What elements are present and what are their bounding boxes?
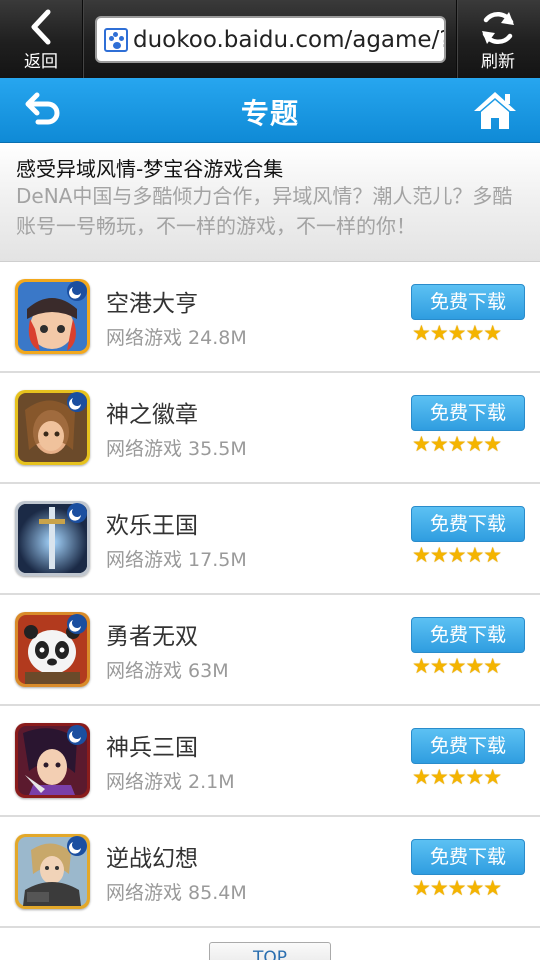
browser-refresh-label: 刷新 (481, 52, 515, 72)
list-item[interactable]: 神之徽章 网络游戏 35.5M 免费下载 ★★★★★ (0, 373, 540, 484)
game-icon-emblem-of-gods[interactable] (15, 390, 90, 465)
free-download-button[interactable]: 免费下载 (411, 284, 525, 320)
game-list: 空港大亨 网络游戏 24.8M 免费下载 ★★★★★ 神之徽章 网络游戏 35.… (0, 262, 540, 928)
rating-stars: ★★★★★ (412, 432, 502, 456)
game-icon-happy-kingdom[interactable] (15, 501, 90, 576)
topic-description: DeNA中国与多酷倾力合作，异域风情？潮人范儿？多酷账号一号畅玩，不一样的游戏，… (16, 184, 513, 238)
rating-stars: ★★★★★ (412, 654, 502, 678)
game-name[interactable]: 逆战幻想 (106, 839, 198, 873)
browser-refresh-button[interactable]: 刷新 (456, 0, 540, 78)
toolbar-divider (82, 0, 84, 78)
game-meta: 网络游戏 17.5M (106, 549, 247, 571)
baidu-favicon-icon (104, 28, 128, 52)
game-name[interactable]: 空港大亨 (106, 284, 198, 318)
free-download-button[interactable]: 免费下载 (411, 839, 525, 875)
page-title: 专题 (240, 97, 299, 130)
game-icon-battle-fantasy[interactable] (15, 834, 90, 909)
list-item[interactable]: 欢乐王国 网络游戏 17.5M 免费下载 ★★★★★ (0, 484, 540, 595)
free-download-button[interactable]: 免费下载 (411, 617, 525, 653)
game-meta: 网络游戏 2.1M (106, 771, 235, 793)
list-item[interactable]: 勇者无双 网络游戏 63M 免费下载 ★★★★★ (0, 595, 540, 706)
topic-intro: 感受异域风情-梦宝谷游戏合集 DeNA中国与多酷倾力合作，异域风情？潮人范儿？多… (0, 143, 540, 262)
browser-back-button[interactable]: 返回 (0, 0, 82, 78)
game-icon-divine-three-kingdoms[interactable] (15, 723, 90, 798)
home-icon[interactable] (472, 90, 518, 134)
free-download-button[interactable]: 免费下载 (411, 506, 525, 542)
game-meta: 网络游戏 24.8M (106, 327, 247, 349)
game-meta: 网络游戏 63M (106, 660, 229, 682)
game-name[interactable]: 欢乐王国 (106, 506, 198, 540)
rating-stars: ★★★★★ (412, 765, 502, 789)
topic-title: 感受异域风情-梦宝谷游戏合集 (16, 157, 284, 181)
game-meta: 网络游戏 85.4M (106, 882, 247, 904)
rating-stars: ★★★★★ (412, 321, 502, 345)
game-icon-airport-tycoon[interactable] (15, 279, 90, 354)
list-item[interactable]: 空港大亨 网络游戏 24.8M 免费下载 ★★★★★ (0, 262, 540, 373)
topic-header: 专题 (0, 78, 540, 143)
url-text: duokoo.baidu.com/agame/?. (133, 27, 446, 53)
game-name[interactable]: 神之徽章 (106, 395, 198, 429)
free-download-button[interactable]: 免费下载 (411, 728, 525, 764)
chevron-left-icon (31, 9, 51, 45)
game-name[interactable]: 勇者无双 (106, 617, 198, 651)
free-download-button[interactable]: 免费下载 (411, 395, 525, 431)
back-to-top-button[interactable]: TOP (209, 942, 331, 960)
game-meta: 网络游戏 35.5M (106, 438, 247, 460)
list-item[interactable]: 神兵三国 网络游戏 2.1M 免费下载 ★★★★★ (0, 706, 540, 817)
browser-toolbar: 返回 duokoo.baidu.com/agame/?. 刷新 (0, 0, 540, 78)
refresh-icon (482, 12, 514, 44)
rating-stars: ★★★★★ (412, 876, 502, 900)
rating-stars: ★★★★★ (412, 543, 502, 567)
url-bar[interactable]: duokoo.baidu.com/agame/?. (95, 16, 446, 63)
game-name[interactable]: 神兵三国 (106, 728, 198, 762)
game-icon-hero-warriors[interactable] (15, 612, 90, 687)
list-item[interactable]: 逆战幻想 网络游戏 85.4M 免费下载 ★★★★★ (0, 817, 540, 928)
browser-back-label: 返回 (24, 52, 58, 72)
